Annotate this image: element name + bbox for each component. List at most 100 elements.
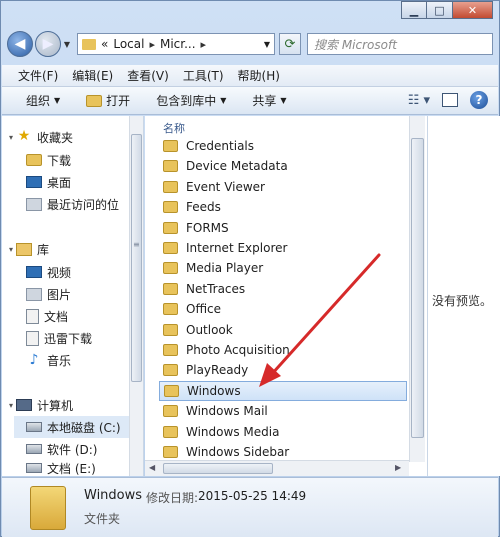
dropdown-icon: ▼ [220, 96, 227, 105]
minimize-button[interactable]: ▁ [401, 1, 427, 19]
help-icon[interactable]: ? [470, 91, 488, 109]
file-horizontal-scrollbar[interactable]: ◀ ▶ [145, 460, 409, 476]
file-row[interactable]: Outlook [159, 320, 407, 340]
library-icon [16, 242, 32, 256]
forward-button[interactable]: ▶ [35, 31, 61, 57]
back-arrow-icon: ◀ [14, 36, 26, 52]
file-row[interactable]: Windows Media [159, 422, 407, 442]
include-in-library-button[interactable]: 包含到库中 ▼ [156, 92, 226, 109]
forward-arrow-icon: ▶ [42, 36, 54, 52]
nav-item-drive-c[interactable]: 本地磁盘 (C:) [14, 416, 130, 438]
file-row[interactable]: Media Player [159, 258, 407, 278]
nav-label: 软件 (D:) [47, 442, 98, 457]
file-row[interactable]: Office [159, 299, 407, 319]
menu-view[interactable]: 查看(V) [127, 67, 169, 84]
computer-icon [16, 399, 32, 411]
maximize-button[interactable]: □ [427, 1, 453, 19]
caption-buttons: ▁ □ ✕ [401, 1, 493, 19]
details-date-label: 修改日期: [146, 491, 199, 505]
file-vscroll-thumb[interactable] [411, 138, 424, 438]
breadcrumb-local[interactable]: Local [113, 37, 144, 51]
collapse-icon[interactable]: ▾ [6, 133, 16, 142]
download-folder-icon [26, 154, 42, 166]
breadcrumb-overflow[interactable]: « [101, 37, 108, 51]
refresh-button[interactable]: ⟳ [279, 33, 301, 55]
recent-places-icon [26, 197, 42, 211]
dropdown-icon: ▼ [54, 96, 61, 105]
details-name: Windows [84, 488, 143, 503]
file-row[interactable]: Windows Mail [159, 401, 407, 421]
view-controls: ☷ ▾ ? [408, 91, 488, 109]
star-icon: ★ [17, 128, 31, 144]
scroll-right-icon[interactable]: ▶ [395, 463, 401, 472]
details-type: 文件夹 [84, 512, 121, 526]
nav-label: 最近访问的位 [47, 197, 120, 212]
file-row[interactable]: Photo Acquisition [159, 340, 407, 360]
chevron-right-icon[interactable]: ▸ [149, 38, 155, 51]
menu-edit[interactable]: 编辑(E) [72, 67, 113, 84]
menu-file[interactable]: 文件(F) [18, 67, 58, 84]
file-row[interactable]: PlayReady [159, 360, 407, 380]
share-button[interactable]: 共享 ▼ [252, 92, 286, 109]
collapse-icon[interactable]: ▾ [6, 245, 16, 254]
close-button[interactable]: ✕ [453, 1, 493, 19]
folder-icon [163, 303, 178, 316]
video-icon [26, 266, 42, 278]
menu-tools[interactable]: 工具(T) [183, 67, 224, 84]
address-row: ◀ ▶ ▼ « Local ▸ Micr... ▸ ▼ ⟳ 搜索 Microso… [7, 29, 493, 59]
file-row[interactable]: Windows [159, 380, 407, 401]
navigation-pane: ▾ ★ 收藏夹 下载 桌面 最近访问的位 ▾ 库 视频 图片 文档 迅雷下载 ♪… [2, 116, 144, 476]
back-button[interactable]: ◀ [7, 31, 33, 57]
file-name: FORMS [186, 220, 229, 235]
include-label: 包含到库中 [156, 94, 217, 108]
preview-pane-toggle-icon[interactable] [442, 93, 458, 107]
open-label: 打开 [106, 94, 131, 108]
folder-icon [30, 486, 66, 530]
scroll-left-icon[interactable]: ◀ [149, 463, 155, 472]
search-input[interactable]: 搜索 Microsoft [307, 33, 493, 55]
collapse-icon[interactable]: ▾ [6, 401, 16, 410]
nav-item-recent[interactable]: 最近访问的位 [26, 193, 130, 215]
document-icon [26, 308, 39, 324]
file-name: Windows Media [186, 424, 280, 439]
file-row[interactable]: Device Metadata [159, 156, 407, 176]
desktop-icon [26, 176, 42, 188]
address-bar[interactable]: « Local ▸ Micr... ▸ ▼ [77, 33, 275, 55]
history-dropdown-icon[interactable]: ▼ [61, 40, 73, 49]
organize-button[interactable]: 组织 ▼ [26, 92, 60, 109]
file-name: Windows Sidebar [186, 445, 290, 459]
file-row[interactable]: Internet Explorer [159, 238, 407, 258]
menu-bar: 文件(F) 编辑(E) 查看(V) 工具(T) 帮助(H) [2, 65, 498, 87]
drive-icon [26, 444, 42, 454]
file-name: Internet Explorer [186, 241, 288, 255]
file-row[interactable]: Windows Sidebar [159, 442, 407, 462]
nav-computer[interactable]: ▾ 计算机 [6, 394, 134, 416]
file-row[interactable]: FORMS [159, 218, 407, 238]
nav-libraries[interactable]: ▾ 库 [6, 238, 134, 260]
column-header-name[interactable]: 名称 [163, 120, 185, 136]
file-vertical-scrollbar[interactable] [409, 116, 425, 462]
grip-icon: ≡ [133, 240, 140, 249]
folder-icon [163, 282, 178, 295]
explorer-window: ▁ □ ✕ ◀ ▶ ▼ « Local ▸ Micr... ▸ ▼ ⟳ 搜索 M… [0, 0, 500, 537]
file-row[interactable]: Credentials [159, 136, 407, 156]
breadcrumb-microsoft[interactable]: Micr... [160, 37, 196, 51]
file-row[interactable]: Feeds [159, 197, 407, 217]
address-dropdown-icon[interactable]: ▼ [264, 40, 270, 49]
folder-icon [163, 201, 178, 214]
view-options-icon[interactable]: ☷ ▾ [408, 93, 430, 108]
search-placeholder: 搜索 Microsoft [314, 37, 397, 52]
open-button[interactable]: 打开 [86, 92, 130, 109]
nav-favorites[interactable]: ▾ ★ 收藏夹 [6, 126, 134, 148]
menu-help[interactable]: 帮助(H) [238, 67, 280, 84]
nav-scroll-thumb[interactable] [131, 134, 142, 382]
file-hscroll-thumb[interactable] [163, 463, 273, 474]
preview-message: 没有预览。 [432, 294, 493, 308]
dropdown-icon: ▼ [280, 96, 287, 105]
file-row[interactable]: Event Viewer [159, 177, 407, 197]
file-row[interactable]: NetTraces [159, 279, 407, 299]
document-icon [26, 330, 39, 346]
chevron-right-icon[interactable]: ▸ [201, 38, 207, 51]
nav-label: 下载 [47, 153, 72, 168]
nav-scrollbar[interactable]: ≡ [129, 116, 143, 476]
